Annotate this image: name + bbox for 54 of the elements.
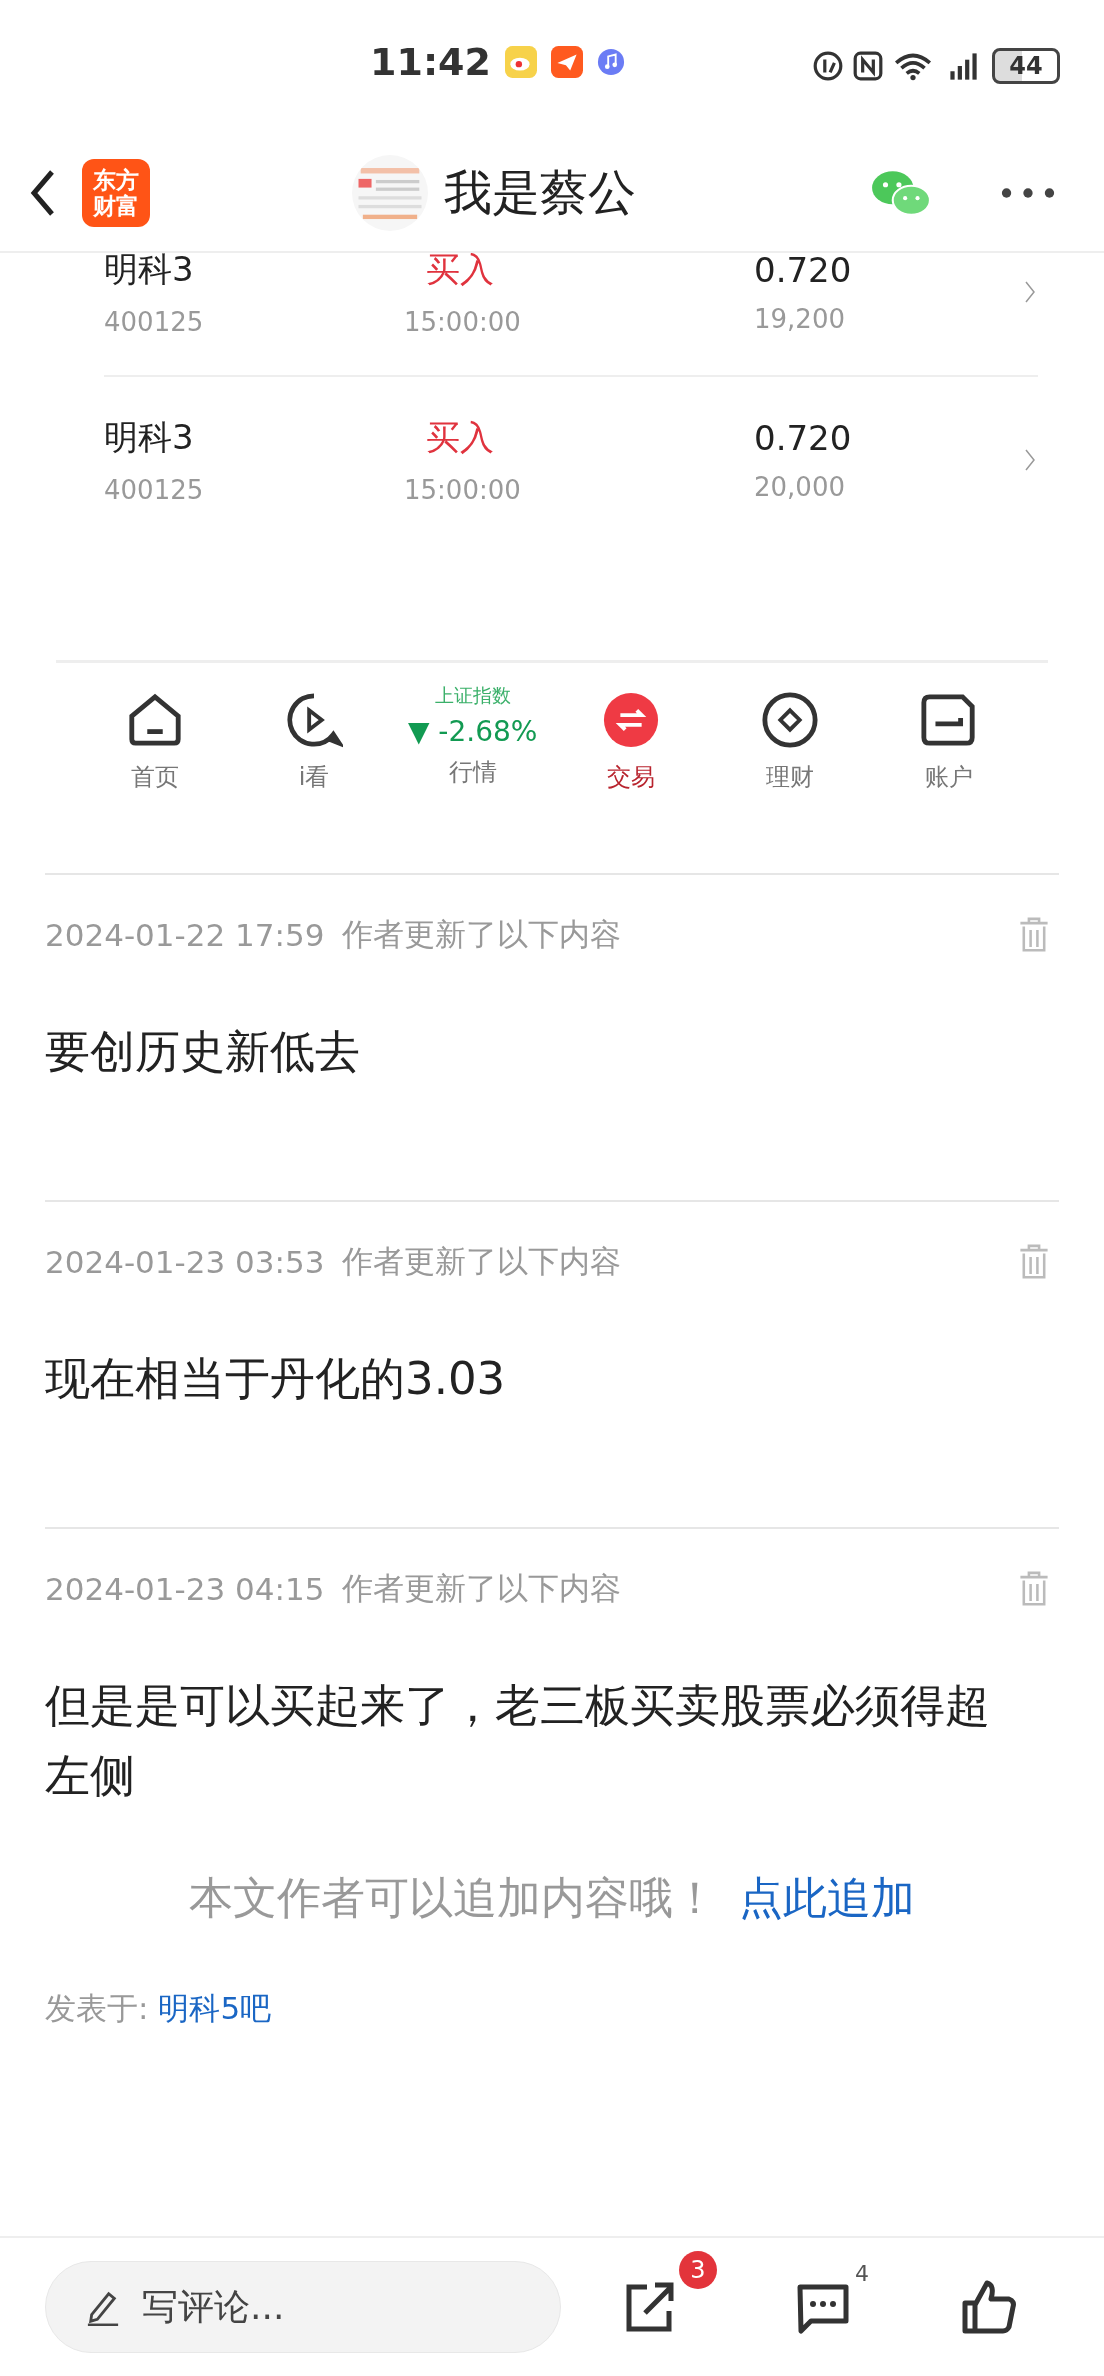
update-note: 作者更新了以下内容 <box>342 1569 622 1608</box>
chevron-icon <box>1024 448 1036 472</box>
update-note: 作者更新了以下内容 <box>342 1242 622 1281</box>
stock-name: 明科3 <box>104 416 195 459</box>
stock-code: 400125 <box>104 307 205 337</box>
update-timestamp: 2024-01-23 04:15 <box>45 1571 325 1607</box>
nav-tab[interactable]: i看 <box>234 683 394 859</box>
trade-price: 0.720 <box>754 418 853 458</box>
trade-row[interactable]: 明科3 400125 买入 15:00:00 0.720 20,000 <box>104 377 1038 543</box>
stock-code: 400125 <box>104 475 205 505</box>
update-timestamp: 2024-01-23 03:53 <box>45 1244 325 1280</box>
update-note: 作者更新了以下内容 <box>342 915 622 954</box>
eye-app-icon <box>504 46 537 78</box>
update-text: 现在相当于丹化的3.03 <box>45 1351 507 1407</box>
comment-count: 4 <box>855 2261 869 2286</box>
forum-link[interactable]: 明科5吧 <box>158 1988 272 2030</box>
trade-row[interactable]: 明科3 400125 买入 15:00:00 0.720 19,200 <box>104 253 1038 377</box>
more-icon[interactable] <box>1000 186 1056 200</box>
append-link[interactable]: 点此追加 <box>739 1869 915 1928</box>
trade-price: 0.720 <box>754 253 853 290</box>
plane-app-icon <box>550 46 583 78</box>
app-logo[interactable]: 东方 财富 <box>82 159 150 227</box>
posted-in-label: 发表于: <box>45 1989 149 2028</box>
append-prompt: 本文作者可以追加内容哦！ <box>189 1871 717 1925</box>
index-change: ▼ -2.68% <box>407 715 538 748</box>
exchange-icon <box>602 691 661 749</box>
trade-action: 买入 <box>426 253 494 291</box>
update-timestamp: 2024-01-22 17:59 <box>45 917 325 953</box>
nav-tab[interactable]: 账户 <box>869 683 1029 859</box>
nav-tab[interactable]: 交易 <box>552 683 711 859</box>
nfc-icon <box>852 50 884 82</box>
thumbs-up-icon[interactable] <box>961 2279 1017 2335</box>
nav-tab[interactable]: 上证指数 ▼ -2.68% 行情 <box>393 683 552 859</box>
nav-tab[interactable]: 理财 <box>710 683 870 859</box>
update-text: 但是是可以买起来了，老三板买卖股票必须得超左侧 <box>45 1678 991 1804</box>
data-saver-icon <box>812 50 844 82</box>
trade-quantity: 19,200 <box>754 304 846 334</box>
trade-quantity: 20,000 <box>754 472 846 502</box>
trade-time: 15:00:00 <box>404 307 521 337</box>
status-time: 11:42 <box>370 40 491 84</box>
index-name: 上证指数 <box>434 683 511 708</box>
chevron-icon <box>1024 280 1036 304</box>
nav-tab[interactable]: 首页 <box>76 683 235 859</box>
comment-field[interactable]: 写评论... <box>45 2261 561 2353</box>
share-count-badge: 3 <box>679 2251 717 2289</box>
battery-icon: 44 <box>992 48 1060 84</box>
trade-action: 买入 <box>426 416 494 459</box>
stock-name: 明科3 <box>104 253 195 291</box>
trade-time: 15:00:00 <box>404 475 521 505</box>
update-text: 要创历史新低去 <box>45 1024 361 1080</box>
play-icon <box>285 691 343 749</box>
card-icon <box>919 691 978 749</box>
page-title: 我是蔡公 <box>444 163 636 222</box>
music-app-icon <box>596 48 625 76</box>
